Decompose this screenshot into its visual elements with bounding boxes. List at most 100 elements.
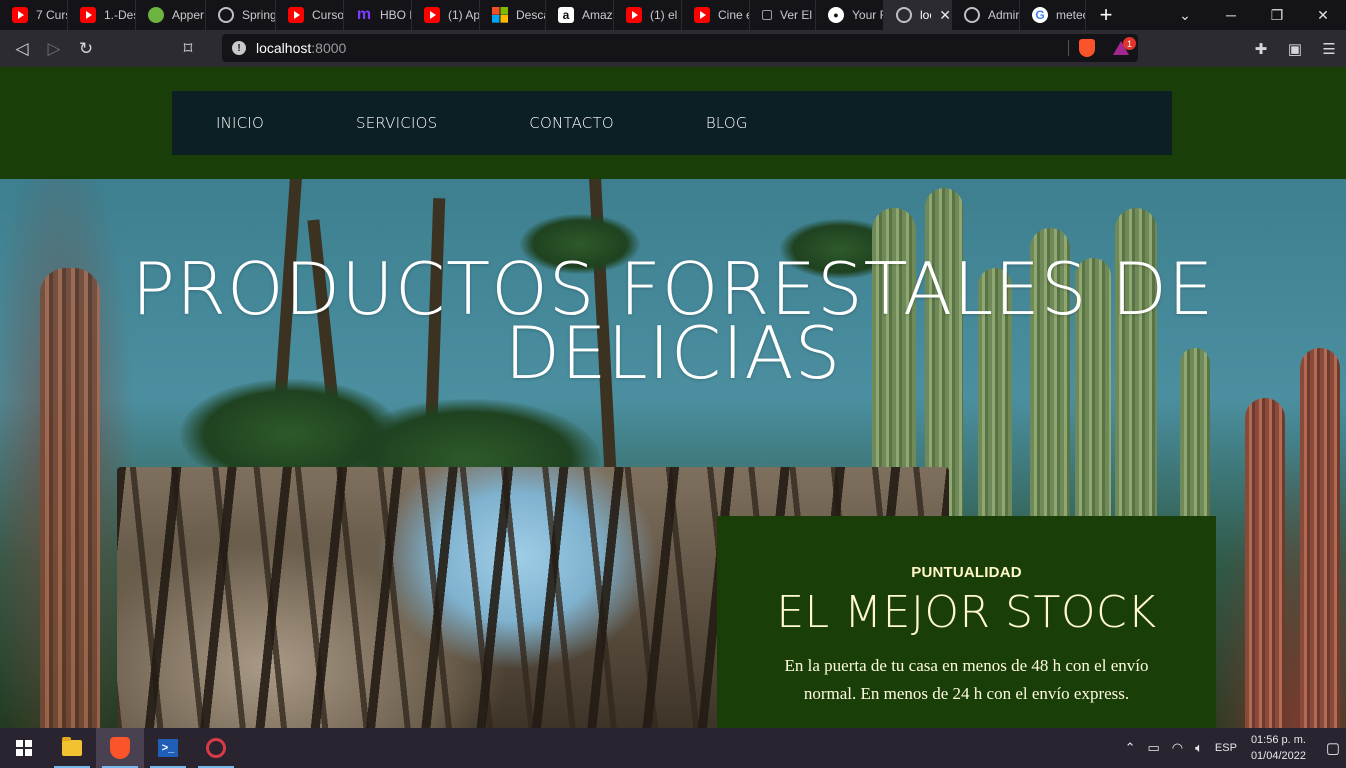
card-heading: EL MEJOR STOCK bbox=[776, 587, 1157, 638]
close-window-icon[interactable]: ✕ bbox=[1300, 0, 1346, 30]
new-tab-button[interactable]: + bbox=[1086, 0, 1126, 30]
nav-link-servicios[interactable]: SERVICIOS bbox=[356, 114, 437, 132]
tab-3[interactable]: Spring bbox=[206, 0, 276, 30]
clock[interactable]: 01:56 p. m. 01/04/2022 bbox=[1251, 732, 1306, 764]
main-nav: INICIO SERVICIOS CONTACTO BLOG bbox=[172, 91, 1172, 155]
tab-10[interactable]: Cine e bbox=[682, 0, 750, 30]
hero-title-line-2: DELICIAS bbox=[504, 311, 842, 395]
card-body: En la puerta de tu casa en menos de 48 h… bbox=[784, 656, 1149, 703]
taskbar: >_ ⌃ ▭ ◠ 🔈︎ ESP 01:56 p. m. 01/04/2022 ▢ bbox=[0, 728, 1346, 768]
tab-0[interactable]: 7 Curs bbox=[0, 0, 68, 30]
page-icon bbox=[762, 10, 772, 20]
tab-9[interactable]: (1) el bbox=[614, 0, 682, 30]
minimize-icon[interactable]: ─ bbox=[1208, 0, 1254, 30]
tab-active-localhost[interactable]: loc ✕ bbox=[884, 0, 952, 30]
nav-link-inicio[interactable]: INICIO bbox=[216, 114, 264, 132]
tab-label: Ver El bbox=[780, 8, 813, 22]
tab-15[interactable]: Gmetec bbox=[1020, 0, 1086, 30]
tab-1[interactable]: 1.-Des bbox=[68, 0, 136, 30]
taskbar-file-explorer[interactable] bbox=[48, 728, 96, 768]
tab-12[interactable]: ● Your F bbox=[816, 0, 884, 30]
browser-toolbar: ◁ ▷ ↻ ⌑ ! localhost:8000 1 ✚ ▣ ☰ bbox=[0, 30, 1346, 67]
google-icon: G bbox=[1032, 7, 1048, 23]
close-icon[interactable]: ✕ bbox=[939, 7, 951, 24]
taskbar-powershell[interactable]: >_ bbox=[144, 728, 192, 768]
tab-7[interactable]: Desca bbox=[480, 0, 546, 30]
feature-card: PUNTUALIDAD EL MEJOR STOCK En la puerta … bbox=[717, 516, 1216, 728]
clock-time: 01:56 p. m. bbox=[1250, 734, 1306, 746]
wallet-icon[interactable]: ▣ bbox=[1278, 40, 1312, 58]
brave-icon bbox=[110, 737, 130, 759]
bookmark-icon[interactable]: ⌑ bbox=[172, 33, 204, 65]
brave-shields-icon[interactable] bbox=[1079, 39, 1095, 57]
youtube-icon bbox=[80, 7, 96, 23]
microsoft-icon bbox=[492, 7, 508, 23]
tab-label: Admir bbox=[988, 8, 1019, 22]
window-controls: ⌄ ─ ❐ ✕ bbox=[1162, 0, 1346, 30]
browser-tab-strip: 7 Curs 1.-Des Apper Spring Curso mHBO M … bbox=[0, 0, 1346, 30]
tab-label: Apper bbox=[172, 8, 205, 22]
nav-link-blog[interactable]: BLOG bbox=[706, 114, 748, 132]
spring-leaf-icon bbox=[148, 7, 164, 23]
wifi-icon[interactable]: ◠ bbox=[1172, 740, 1183, 756]
site-header: INICIO SERVICIOS CONTACTO BLOG bbox=[0, 67, 1346, 179]
tab-label: (1) Ap bbox=[448, 8, 479, 22]
taskbar-snipping-tool[interactable] bbox=[192, 728, 240, 768]
tab-4[interactable]: Curso bbox=[276, 0, 344, 30]
snipping-tool-icon bbox=[206, 738, 226, 758]
omnibox-divider bbox=[1068, 40, 1069, 56]
tab-label: Desca bbox=[516, 8, 545, 22]
nav-link-contacto[interactable]: CONTACTO bbox=[529, 114, 614, 132]
restore-icon[interactable]: ❐ bbox=[1254, 0, 1300, 30]
language-indicator[interactable]: ESP bbox=[1215, 742, 1237, 754]
tab-label: Cine e bbox=[718, 8, 749, 22]
reload-icon[interactable]: ↻ bbox=[70, 33, 102, 65]
windows-icon bbox=[16, 740, 32, 756]
menu-icon[interactable]: ☰ bbox=[1312, 40, 1346, 58]
youtube-icon bbox=[424, 7, 440, 23]
tab-label: Your F bbox=[852, 8, 883, 22]
powershell-icon: >_ bbox=[158, 739, 178, 757]
tab-label: Spring bbox=[242, 8, 275, 22]
rewards-badge: 1 bbox=[1123, 37, 1136, 50]
tab-label: Amaz bbox=[582, 8, 613, 22]
chevron-up-icon[interactable]: ⌃ bbox=[1125, 740, 1136, 756]
chevron-down-icon[interactable]: ⌄ bbox=[1162, 0, 1208, 30]
tab-label: (1) el bbox=[650, 8, 678, 22]
globe-icon bbox=[964, 7, 980, 23]
tab-label: Curso bbox=[312, 8, 343, 22]
github-icon: ● bbox=[828, 7, 844, 23]
tab-label: HBO M bbox=[380, 8, 411, 22]
system-tray: ⌃ ▭ ◠ 🔈︎ ESP 01:56 p. m. 01/04/2022 ▢ bbox=[1125, 728, 1346, 768]
start-button[interactable] bbox=[0, 728, 48, 768]
tab-14[interactable]: Admir bbox=[952, 0, 1020, 30]
forward-icon[interactable]: ▷ bbox=[38, 33, 70, 65]
youtube-icon bbox=[694, 7, 710, 23]
tab-label: loc bbox=[920, 8, 931, 22]
tab-label: 1.-Des bbox=[104, 8, 135, 22]
folder-icon bbox=[62, 737, 82, 756]
youtube-icon bbox=[626, 7, 642, 23]
tab-11[interactable]: Ver El bbox=[750, 0, 816, 30]
card-eyebrow: PUNTUALIDAD bbox=[911, 564, 1022, 581]
volume-icon[interactable]: 🔈︎ bbox=[1195, 740, 1203, 756]
battery-icon[interactable]: ▭ bbox=[1147, 740, 1159, 756]
address-bar[interactable]: ! localhost:8000 1 bbox=[222, 34, 1138, 62]
url-host: localhost bbox=[256, 40, 312, 56]
clock-date: 01/04/2022 bbox=[1250, 750, 1306, 762]
taskbar-brave[interactable] bbox=[96, 728, 144, 768]
tab-8[interactable]: a Amaz bbox=[546, 0, 614, 30]
tab-5[interactable]: m HBO M bbox=[344, 0, 412, 30]
youtube-icon bbox=[12, 7, 28, 23]
notification-icon[interactable]: ▢ bbox=[1320, 728, 1346, 768]
amazon-icon: a bbox=[558, 7, 574, 23]
tab-6[interactable]: (1) Ap bbox=[412, 0, 480, 30]
back-icon[interactable]: ◁ bbox=[6, 33, 38, 65]
toolbar-right: ✚ ▣ ☰ bbox=[1244, 30, 1346, 67]
hero-section: PRODUCTOS FORESTALES DE DELICIAS PUNTUAL… bbox=[0, 179, 1346, 728]
globe-icon bbox=[896, 7, 912, 23]
tab-2[interactable]: Apper bbox=[136, 0, 206, 30]
tab-label: metec bbox=[1056, 8, 1085, 22]
info-icon[interactable]: ! bbox=[232, 41, 246, 55]
extensions-icon[interactable]: ✚ bbox=[1244, 40, 1278, 58]
